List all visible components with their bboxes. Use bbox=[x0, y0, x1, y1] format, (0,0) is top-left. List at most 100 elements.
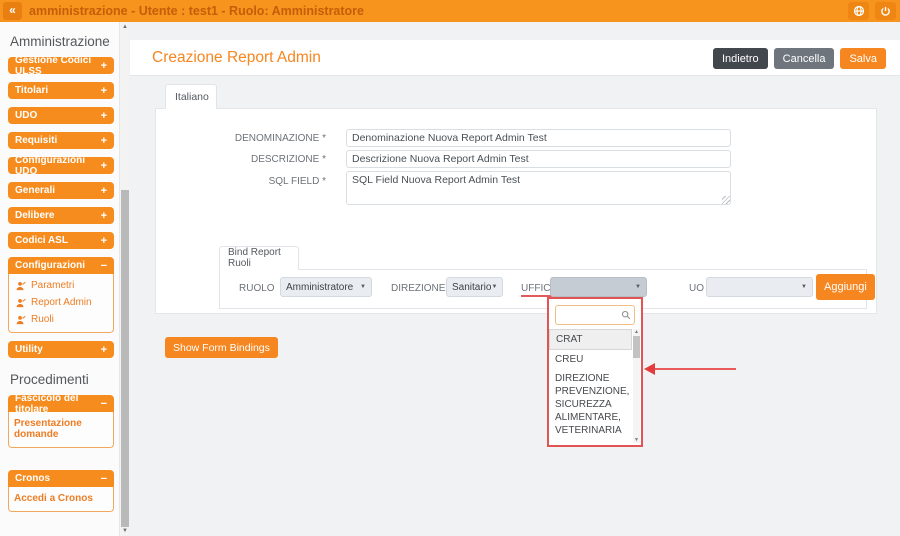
annotation-arrow-line bbox=[654, 368, 736, 370]
dropdown-option[interactable]: DIREZIONE PROGRAMMAZIONE bbox=[549, 440, 632, 443]
logout-button[interactable] bbox=[875, 2, 896, 20]
annotation-arrow-icon bbox=[644, 363, 655, 375]
direzione-label: DIREZIONE bbox=[391, 283, 445, 294]
bind-report-ruoli-panel: RUOLO Amministratore ▼ DIREZIONE Sanitar… bbox=[219, 269, 867, 309]
chevron-down-icon: ▼ bbox=[491, 284, 497, 290]
ruolo-select[interactable]: Amministratore ▼ bbox=[280, 277, 372, 297]
plus-icon: + bbox=[101, 85, 107, 97]
scroll-up-icon[interactable]: ▲ bbox=[633, 329, 640, 335]
descrizione-input[interactable] bbox=[346, 150, 731, 168]
sidebar-submenu-cronos: Accedi a Cronos bbox=[8, 487, 114, 512]
dropdown-option[interactable]: CRAT bbox=[549, 329, 632, 350]
tab-bind-report-ruoli[interactable]: Bind Report Ruoli bbox=[219, 246, 299, 270]
denominazione-label: DENOMINAZIONE * bbox=[166, 133, 326, 144]
plus-icon: + bbox=[101, 210, 107, 222]
uffici-dropdown-panel: CRAT CREU DIREZIONE PREVENZIONE, SICUREZ… bbox=[547, 297, 643, 447]
tab-italiano[interactable]: Italiano bbox=[165, 84, 217, 109]
app-title: amministrazione - Utente : test1 - Ruolo… bbox=[29, 4, 364, 18]
sidebar-item-label: Configurazioni UDO bbox=[15, 155, 101, 177]
sidebar-item-requisiti[interactable]: Requisiti + bbox=[8, 132, 114, 149]
sidebar-item-parametri[interactable]: Parametri bbox=[9, 277, 113, 294]
scroll-down-icon[interactable]: ▼ bbox=[120, 528, 130, 534]
minus-icon: − bbox=[101, 473, 107, 485]
topbar-actions bbox=[848, 2, 896, 20]
sidebar-item-accedi-a-cronos[interactable]: Accedi a Cronos bbox=[9, 490, 113, 507]
aggiungi-button[interactable]: Aggiungi bbox=[816, 274, 875, 300]
uffici-label: UFFICI bbox=[521, 283, 553, 297]
direzione-select[interactable]: Sanitario ▼ bbox=[446, 277, 503, 297]
sidebar-item-label: Generali bbox=[15, 185, 55, 196]
sidebar-item-generali[interactable]: Generali + bbox=[8, 182, 114, 199]
direzione-select-value: Sanitario bbox=[452, 282, 491, 293]
sidebar-group-configurazioni: Configurazioni − Parametri Report Admin … bbox=[8, 257, 114, 333]
sidebar-item-ruoli[interactable]: Ruoli bbox=[9, 311, 113, 328]
sidebar-item-udo[interactable]: UDO + bbox=[8, 107, 114, 124]
sidebar-item-label: Fascicolo del titolare bbox=[15, 393, 101, 415]
plus-icon: + bbox=[101, 135, 107, 147]
resize-grip-icon[interactable] bbox=[722, 196, 730, 204]
indietro-button[interactable]: Indietro bbox=[713, 48, 768, 69]
sidebar-item-presentazione-domande[interactable]: Presentazione domande bbox=[9, 415, 113, 443]
sidebar-item-label: Gestione Codici ULSS bbox=[15, 55, 101, 77]
sidebar: Amministrazione Gestione Codici ULSS + T… bbox=[0, 22, 119, 536]
sidebar-section-amministrazione: Amministrazione bbox=[10, 34, 109, 49]
sidebar-item-codici-asl[interactable]: Codici ASL + bbox=[8, 232, 114, 249]
sidebar-submenu-fascicolo: Presentazione domande bbox=[8, 412, 114, 448]
form-card: DENOMINAZIONE * DESCRIZIONE * SQL FIELD … bbox=[155, 108, 877, 314]
ruolo-select-value: Amministratore bbox=[286, 282, 353, 293]
plus-icon: + bbox=[101, 60, 107, 72]
sidebar-item-label: Codici ASL bbox=[15, 235, 68, 246]
sidebar-item-delibere[interactable]: Delibere + bbox=[8, 207, 114, 224]
sidebar-subitem-label: Ruoli bbox=[31, 314, 54, 325]
sidebar-item-label: Requisiti bbox=[15, 135, 57, 146]
sidebar-item-gestione-codici-ulss[interactable]: Gestione Codici ULSS + bbox=[8, 57, 114, 74]
descrizione-label: DESCRIZIONE * bbox=[166, 154, 326, 165]
sidebar-item-fascicolo-del-titolare[interactable]: Fascicolo del titolare − bbox=[8, 395, 114, 412]
sql-field-label: SQL FIELD * bbox=[166, 176, 326, 187]
plus-icon: + bbox=[101, 235, 107, 247]
denominazione-input[interactable] bbox=[346, 129, 731, 147]
sidebar-item-cronos[interactable]: Cronos − bbox=[8, 470, 114, 487]
show-form-bindings-button[interactable]: Show Form Bindings bbox=[165, 337, 278, 358]
sidebar-item-label: UDO bbox=[15, 110, 37, 121]
sidebar-item-titolari[interactable]: Titolari + bbox=[8, 82, 114, 99]
sidebar-subitem-label: Parametri bbox=[31, 280, 74, 291]
salva-button[interactable]: Salva bbox=[840, 48, 886, 69]
ruolo-label: RUOLO bbox=[239, 283, 275, 294]
sidebar-item-configurazioni[interactable]: Configurazioni − bbox=[8, 257, 114, 274]
uo-label: UO bbox=[689, 283, 704, 294]
sidebar-group-fascicolo: Fascicolo del titolare − Presentazione d… bbox=[8, 395, 114, 448]
sidebar-section-procedimenti: Procedimenti bbox=[10, 372, 109, 387]
header-actions: Indietro Cancella Salva bbox=[713, 48, 886, 69]
sidebar-scrollbar[interactable]: ▲ ▼ bbox=[119, 22, 129, 536]
sidebar-item-label: Delibere bbox=[15, 210, 54, 221]
sidebar-item-configurazioni-udo[interactable]: Configurazioni UDO + bbox=[8, 157, 114, 174]
plus-icon: + bbox=[101, 344, 107, 356]
chevron-down-icon: ▼ bbox=[801, 284, 807, 290]
sidebar-item-label: Utility bbox=[15, 344, 43, 355]
scrollbar-thumb[interactable] bbox=[121, 190, 129, 527]
sidebar-item-utility[interactable]: Utility + bbox=[8, 341, 114, 358]
sidebar-item-report-admin[interactable]: Report Admin bbox=[9, 294, 113, 311]
sql-field-textarea[interactable]: SQL Field Nuova Report Admin Test bbox=[346, 171, 731, 205]
scrollbar-thumb[interactable] bbox=[633, 336, 640, 358]
sidebar-subitem-label: Presentazione domande bbox=[14, 418, 109, 440]
sidebar-item-label: Titolari bbox=[15, 85, 48, 96]
plus-icon: + bbox=[101, 110, 107, 122]
plus-icon: + bbox=[101, 185, 107, 197]
uffici-select[interactable]: ▼ bbox=[550, 277, 647, 297]
sidebar-collapse-button[interactable]: « bbox=[3, 2, 22, 20]
sidebar-submenu-configurazioni: Parametri Report Admin Ruoli bbox=[8, 274, 114, 333]
uo-select[interactable]: ▼ bbox=[706, 277, 813, 297]
dropdown-option[interactable]: CREU bbox=[549, 350, 632, 369]
globe-button[interactable] bbox=[848, 2, 869, 20]
globe-icon bbox=[853, 5, 865, 17]
dropdown-option[interactable]: DIREZIONE PREVENZIONE, SICUREZZA ALIMENT… bbox=[549, 369, 632, 440]
plus-icon: + bbox=[101, 160, 107, 172]
scroll-down-icon[interactable]: ▼ bbox=[633, 437, 640, 443]
scroll-up-icon[interactable]: ▲ bbox=[120, 24, 130, 30]
sidebar-subitem-label: Report Admin bbox=[31, 297, 92, 308]
dropdown-scrollbar[interactable]: ▲ ▼ bbox=[633, 329, 640, 443]
topbar: « amministrazione - Utente : test1 - Ruo… bbox=[0, 0, 900, 22]
cancella-button[interactable]: Cancella bbox=[774, 48, 835, 69]
